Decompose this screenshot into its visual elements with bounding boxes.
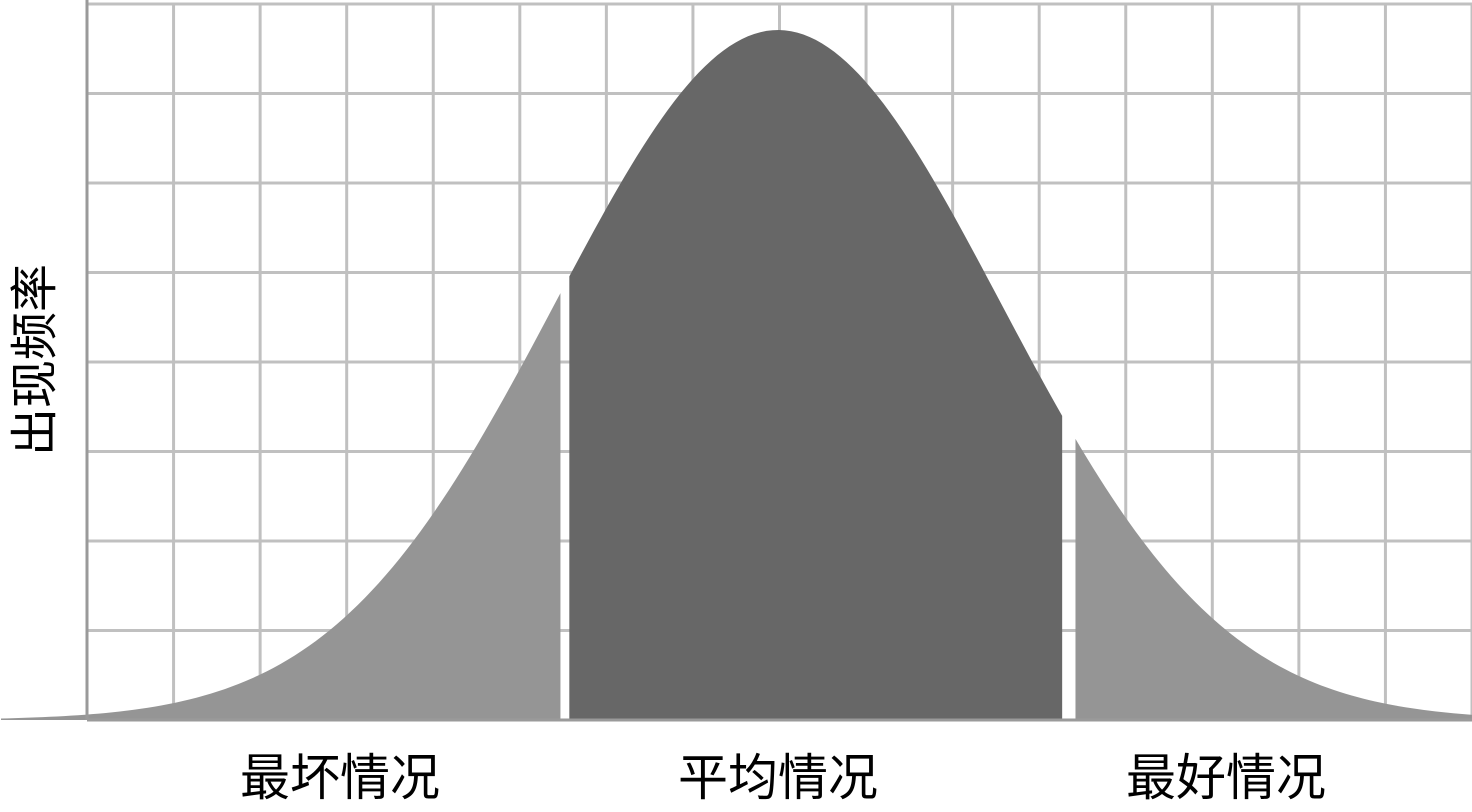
chart-svg	[1, 0, 1472, 722]
category-label-best: 最好情况	[1126, 749, 1326, 807]
chart: 出现频率 最坏情况 平均情况 最好情况	[0, 0, 1472, 807]
category-label-average: 平均情况	[678, 749, 878, 807]
y-axis-label-wrap: 出现频率	[0, 0, 63, 720]
area-best-case	[1075, 438, 1472, 720]
areas	[1, 30, 1472, 720]
area-worst-case	[1, 293, 561, 720]
area-average-case	[569, 30, 1063, 720]
category-label-worst: 最坏情况	[240, 749, 440, 807]
y-axis-label: 出现频率	[7, 263, 64, 457]
